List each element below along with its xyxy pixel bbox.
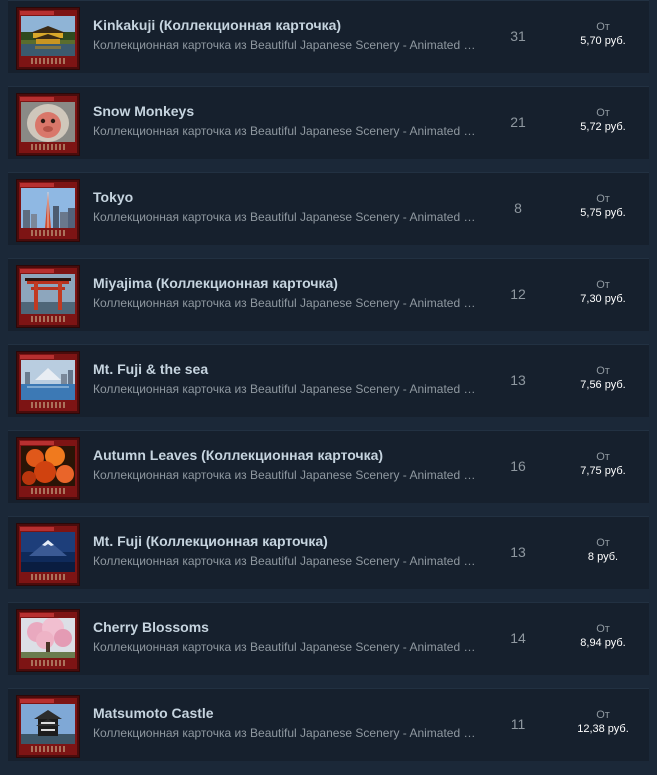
- listing-description: Коллекционная карточка из Beautiful Japa…: [93, 296, 477, 310]
- listing-name[interactable]: Snow Monkeys: [93, 103, 194, 119]
- listing-quantity: 11: [510, 716, 526, 732]
- listing-price: От 7,75 руб.: [560, 450, 646, 478]
- listing-row[interactable]: Cherry Blossoms Коллекционная карточка и…: [8, 602, 649, 675]
- card-image[interactable]: [16, 437, 80, 500]
- market-listings: Kinkakuji (Коллекционная карточка) Колле…: [0, 0, 657, 775]
- listing-price: От 5,72 руб.: [560, 106, 646, 134]
- listing-description: Коллекционная карточка из Beautiful Japa…: [93, 210, 477, 224]
- listing-price: От 12,38 руб.: [560, 708, 646, 736]
- price-prefix: От: [596, 451, 610, 463]
- price-value: 5,72 руб.: [580, 121, 626, 133]
- listing-price: От 7,30 руб.: [560, 278, 646, 306]
- price-value: 5,75 руб.: [580, 207, 626, 219]
- card-image[interactable]: [16, 351, 80, 414]
- listing-row[interactable]: Mt. Fuji (Коллекционная карточка) Коллек…: [8, 516, 649, 589]
- listing-name[interactable]: Tokyo: [93, 189, 133, 205]
- listing-name[interactable]: Miyajima (Коллекционная карточка): [93, 275, 338, 291]
- price-prefix: От: [596, 365, 610, 377]
- price-value: 5,70 руб.: [580, 35, 626, 47]
- listing-name[interactable]: Matsumoto Castle: [93, 705, 214, 721]
- price-value: 12,38 руб.: [577, 723, 629, 735]
- listing-description: Коллекционная карточка из Beautiful Japa…: [93, 468, 477, 482]
- listing-quantity: 31: [510, 28, 526, 44]
- listing-description: Коллекционная карточка из Beautiful Japa…: [93, 124, 477, 138]
- listing-quantity: 13: [510, 544, 526, 560]
- listing-description: Коллекционная карточка из Beautiful Japa…: [93, 382, 477, 396]
- listing-row[interactable]: Kinkakuji (Коллекционная карточка) Колле…: [8, 0, 649, 73]
- price-value: 8,94 руб.: [580, 637, 626, 649]
- listing-name[interactable]: Mt. Fuji & the sea: [93, 361, 208, 377]
- listing-row[interactable]: Matsumoto Castle Коллекционная карточка …: [8, 688, 649, 761]
- card-image[interactable]: [16, 695, 80, 758]
- listing-quantity: 21: [510, 114, 526, 130]
- listing-quantity: 14: [510, 630, 526, 646]
- listing-quantity: 13: [510, 372, 526, 388]
- listing-row[interactable]: Tokyo Коллекционная карточка из Beautifu…: [8, 172, 649, 245]
- price-prefix: От: [596, 193, 610, 205]
- listing-description: Коллекционная карточка из Beautiful Japa…: [93, 38, 477, 52]
- price-prefix: От: [596, 279, 610, 291]
- price-prefix: От: [596, 537, 610, 549]
- listing-price: От 5,75 руб.: [560, 192, 646, 220]
- listing-description: Коллекционная карточка из Beautiful Japa…: [93, 640, 477, 654]
- card-image[interactable]: [16, 93, 80, 156]
- listing-row[interactable]: Autumn Leaves (Коллекционная карточка) К…: [8, 430, 649, 503]
- card-image[interactable]: [16, 609, 80, 672]
- price-prefix: От: [596, 709, 610, 721]
- listing-row[interactable]: Snow Monkeys Коллекционная карточка из B…: [8, 86, 649, 159]
- listing-quantity: 8: [514, 200, 522, 216]
- listing-name[interactable]: Mt. Fuji (Коллекционная карточка): [93, 533, 328, 549]
- price-prefix: От: [596, 623, 610, 635]
- price-value: 7,56 руб.: [580, 379, 626, 391]
- card-image[interactable]: [16, 179, 80, 242]
- listing-name[interactable]: Cherry Blossoms: [93, 619, 209, 635]
- listing-description: Коллекционная карточка из Beautiful Japa…: [93, 726, 477, 740]
- price-prefix: От: [596, 21, 610, 33]
- price-value: 7,75 руб.: [580, 465, 626, 477]
- listing-row[interactable]: Miyajima (Коллекционная карточка) Коллек…: [8, 258, 649, 331]
- listing-description: Коллекционная карточка из Beautiful Japa…: [93, 554, 477, 568]
- listing-quantity: 16: [510, 458, 526, 474]
- price-prefix: От: [596, 107, 610, 119]
- card-image[interactable]: [16, 523, 80, 586]
- listing-name[interactable]: Autumn Leaves (Коллекционная карточка): [93, 447, 383, 463]
- listing-row[interactable]: Mt. Fuji & the sea Коллекционная карточк…: [8, 344, 649, 417]
- listing-quantity: 12: [510, 286, 526, 302]
- listing-price: От 7,56 руб.: [560, 364, 646, 392]
- listing-name[interactable]: Kinkakuji (Коллекционная карточка): [93, 17, 341, 33]
- price-value: 7,30 руб.: [580, 293, 626, 305]
- card-image[interactable]: [16, 7, 80, 70]
- listing-price: От 5,70 руб.: [560, 20, 646, 48]
- listing-price: От 8,94 руб.: [560, 622, 646, 650]
- price-value: 8 руб.: [587, 551, 619, 563]
- card-image[interactable]: [16, 265, 80, 328]
- listing-price: От 8 руб.: [560, 536, 646, 564]
